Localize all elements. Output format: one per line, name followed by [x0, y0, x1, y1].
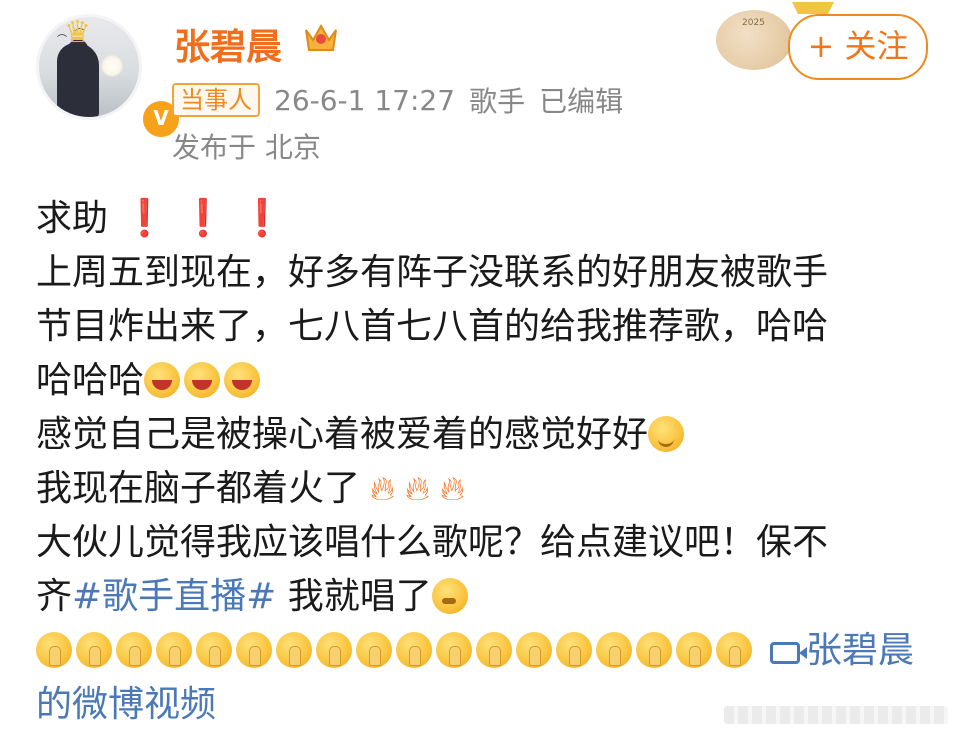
pray-emoji-icon — [76, 632, 112, 668]
text-line-5: 感觉自己是被操心着被爱着的感觉好好 — [36, 414, 649, 455]
pray-emoji-icon — [516, 632, 552, 668]
laugh-emoji-icon — [144, 362, 181, 398]
avatar-figure — [57, 43, 99, 117]
hashtag-link[interactable]: #歌手直播# — [72, 576, 276, 617]
exclamation-icon: ❗ — [122, 198, 167, 239]
username[interactable]: 张碧晨 — [174, 18, 282, 70]
pray-emoji-icon — [436, 632, 472, 668]
pray-emoji-icon — [36, 632, 72, 668]
avatar[interactable]: ⌒ ⌒ ♛ V — [36, 14, 182, 140]
post-line-3: 节目炸出来了，七八首七八首的给我推荐歌，哈哈 — [36, 306, 829, 347]
video-link-continued[interactable]: 的微博视频 — [36, 684, 216, 725]
pray-emoji-icon — [276, 632, 312, 668]
post-line-8: 齐#歌手直播# 我就唱了 — [36, 570, 936, 624]
sun-graphic — [101, 55, 123, 77]
pray-emoji-icon — [596, 632, 632, 668]
post-line-6: 我现在脑子都着火了 🔥︎ 🔥︎ 🔥︎ — [36, 462, 936, 516]
watermark — [724, 706, 948, 724]
pray-emoji-icon — [156, 632, 192, 668]
text-line-6: 我现在脑子都着火了 — [36, 468, 361, 509]
text-line-1: 求助 — [36, 198, 109, 239]
follow-button[interactable]: + 关注 — [788, 14, 928, 80]
location: 发布于 北京 — [172, 131, 321, 164]
post-line-2: 上周五到现在，好多有阵子没联系的好朋友被歌手 — [36, 252, 829, 293]
pray-emoji-icon — [316, 632, 352, 668]
video-link[interactable]: 张碧晨 — [806, 630, 914, 671]
post-line-5: 感觉自己是被操心着被爱着的感觉好好 — [36, 408, 936, 462]
pray-emoji-icon — [716, 632, 752, 668]
category: 歌手 — [469, 85, 526, 118]
exclamation-icon: ❗ — [180, 198, 226, 239]
post-line-1: 求助 ❗ ❗ ❗ — [36, 192, 936, 246]
pray-emoji-icon — [236, 632, 272, 668]
pray-emoji-icon — [356, 632, 392, 668]
fire-icon: 🔥︎ — [370, 469, 395, 509]
event-badge-icon: 2025 — [716, 10, 792, 70]
pray-emoji-icon — [636, 632, 672, 668]
pray-emoji-icon — [196, 632, 232, 668]
laugh-emoji-icon — [224, 362, 261, 398]
fire-icon: 🔥︎ — [404, 469, 430, 509]
status-badge: 当事人 — [172, 83, 260, 117]
meta-row: 当事人 26-6-1 17:27 歌手 已编辑 — [172, 80, 623, 120]
post-content: 求助 ❗ ❗ ❗ 上周五到现在，好多有阵子没联系的好朋友被歌手 节目炸出来了，七八首七… — [36, 192, 936, 732]
post-line-9: 张碧晨 — [36, 624, 936, 678]
pray-emoji-icon — [476, 632, 512, 668]
fire-icon: 🔥︎ — [439, 469, 465, 509]
text-line-8-prefix: 齐 — [36, 576, 73, 617]
exclamation-icon: ❗ — [239, 198, 285, 239]
vip-crown-icon[interactable] — [302, 20, 340, 56]
text-line-4: 哈哈哈 — [36, 360, 145, 401]
video-camera-icon[interactable] — [770, 642, 807, 664]
post-line-7: 大伙儿觉得我应该唱什么歌呢？给点建议吧！保不 — [36, 522, 829, 563]
laugh-emoji-icon — [184, 362, 221, 398]
text-line-8-suffix: 我就唱了 — [276, 576, 432, 617]
pray-emoji-icon — [396, 632, 432, 668]
timestamp[interactable]: 26-6-1 17:27 — [274, 84, 455, 117]
pray-emoji-icon — [116, 632, 152, 668]
pray-emoji-icon — [556, 632, 592, 668]
post-line-4: 哈哈哈 — [36, 354, 936, 408]
crown-icon: ♛ — [64, 15, 91, 50]
thinking-emoji-icon — [431, 578, 468, 614]
pray-emoji-icon — [676, 632, 712, 668]
relieved-emoji-icon — [648, 416, 685, 452]
edited-label[interactable]: 已编辑 — [539, 80, 623, 120]
